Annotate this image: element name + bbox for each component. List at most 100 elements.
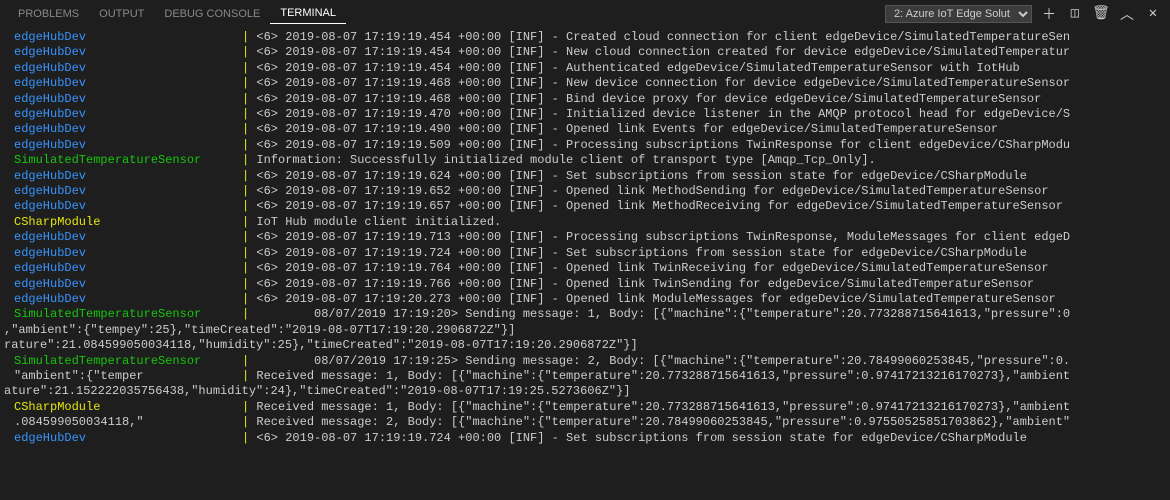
log-line: edgeHubDev| <6> 2019-08-07 17:19:19.713 … (4, 230, 1166, 245)
log-message: <6> 2019-08-07 17:19:19.713 +00:00 [INF]… (249, 230, 1070, 245)
maximize-panel-icon[interactable]: ︿ (1118, 4, 1136, 24)
log-source: "ambient":{"temper (4, 369, 242, 384)
log-line: edgeHubDev| <6> 2019-08-07 17:19:19.766 … (4, 277, 1166, 292)
log-line: edgeHubDev| <6> 2019-08-07 17:19:19.468 … (4, 92, 1166, 107)
log-separator: | (242, 292, 249, 307)
new-terminal-icon[interactable]: ＋ (1040, 4, 1058, 24)
log-line: .084599050034118,"| Received message: 2,… (4, 415, 1166, 430)
kill-terminal-icon[interactable]: 🗑 (1092, 5, 1110, 22)
log-separator: | (242, 107, 249, 122)
log-source: edgeHubDev (4, 30, 242, 45)
log-message: <6> 2019-08-07 17:19:19.490 +00:00 [INF]… (249, 122, 998, 137)
log-message: <6> 2019-08-07 17:19:19.624 +00:00 [INF]… (249, 169, 1027, 184)
log-source: edgeHubDev (4, 184, 242, 199)
log-line: edgeHubDev| <6> 2019-08-07 17:19:19.652 … (4, 184, 1166, 199)
log-line: edgeHubDev| <6> 2019-08-07 17:19:19.454 … (4, 61, 1166, 76)
terminal-output[interactable]: edgeHubDev| <6> 2019-08-07 17:19:19.454 … (0, 28, 1170, 448)
log-line: edgeHubDev| <6> 2019-08-07 17:19:19.490 … (4, 122, 1166, 137)
log-separator: | (242, 45, 249, 60)
log-source: edgeHubDev (4, 246, 242, 261)
log-continuation: ,"ambient":{"tempey":25},"timeCreated":"… (4, 323, 1166, 338)
log-line: edgeHubDev| <6> 2019-08-07 17:19:19.764 … (4, 261, 1166, 276)
log-separator: | (242, 199, 249, 214)
log-separator: | (242, 61, 249, 76)
log-source: .084599050034118," (4, 415, 242, 430)
log-source: edgeHubDev (4, 199, 242, 214)
log-line: CSharpModule| Received message: 1, Body:… (4, 400, 1166, 415)
log-separator: | (242, 307, 249, 322)
log-source: edgeHubDev (4, 169, 242, 184)
log-message: <6> 2019-08-07 17:19:19.454 +00:00 [INF]… (249, 30, 1070, 45)
log-message: <6> 2019-08-07 17:19:19.454 +00:00 [INF]… (249, 61, 1020, 76)
tab-terminal[interactable]: TERMINAL (270, 3, 346, 24)
log-source: edgeHubDev (4, 431, 242, 446)
log-separator: | (242, 431, 249, 446)
terminal-actions: 2: Azure IoT Edge Solut ＋ ◫ 🗑 ︿ ✕ (885, 4, 1162, 24)
log-separator: | (242, 261, 249, 276)
log-separator: | (242, 153, 249, 168)
log-message: <6> 2019-08-07 17:19:20.273 +00:00 [INF]… (249, 292, 1056, 307)
log-source: edgeHubDev (4, 277, 242, 292)
log-line: edgeHubDev| <6> 2019-08-07 17:19:19.724 … (4, 246, 1166, 261)
log-separator: | (242, 184, 249, 199)
log-separator: | (242, 354, 249, 369)
log-source: SimulatedTemperatureSensor (4, 153, 242, 168)
log-line: edgeHubDev| <6> 2019-08-07 17:19:19.509 … (4, 138, 1166, 153)
log-line: SimulatedTemperatureSensor| 08/07/2019 1… (4, 354, 1166, 369)
log-line: edgeHubDev| <6> 2019-08-07 17:19:19.724 … (4, 431, 1166, 446)
log-message: 08/07/2019 17:19:20> Sending message: 1,… (249, 307, 1070, 322)
tab-output[interactable]: OUTPUT (89, 4, 154, 24)
log-source: edgeHubDev (4, 138, 242, 153)
log-separator: | (242, 369, 249, 384)
tab-problems[interactable]: PROBLEMS (8, 4, 89, 24)
log-source: edgeHubDev (4, 45, 242, 60)
log-message: <6> 2019-08-07 17:19:19.657 +00:00 [INF]… (249, 199, 1063, 214)
log-separator: | (242, 169, 249, 184)
log-line: SimulatedTemperatureSensor| Information:… (4, 153, 1166, 168)
log-source: edgeHubDev (4, 92, 242, 107)
log-source: edgeHubDev (4, 61, 242, 76)
log-separator: | (242, 215, 249, 230)
log-message: <6> 2019-08-07 17:19:19.652 +00:00 [INF]… (249, 184, 1048, 199)
log-line: edgeHubDev| <6> 2019-08-07 17:19:19.454 … (4, 30, 1166, 45)
log-message: Received message: 1, Body: [{"machine":{… (249, 400, 1070, 415)
log-line: edgeHubDev| <6> 2019-08-07 17:19:19.624 … (4, 169, 1166, 184)
log-separator: | (242, 400, 249, 415)
log-source: SimulatedTemperatureSensor (4, 354, 242, 369)
log-separator: | (242, 122, 249, 137)
log-message: 08/07/2019 17:19:25> Sending message: 2,… (249, 354, 1070, 369)
log-continuation: rature":21.084599050034118,"humidity":25… (4, 338, 1166, 353)
log-message: <6> 2019-08-07 17:19:19.468 +00:00 [INF]… (249, 92, 1041, 107)
log-line: edgeHubDev| <6> 2019-08-07 17:19:20.273 … (4, 292, 1166, 307)
log-separator: | (242, 138, 249, 153)
log-source: SimulatedTemperatureSensor (4, 307, 242, 322)
log-line: "ambient":{"temper| Received message: 1,… (4, 369, 1166, 384)
split-terminal-icon[interactable]: ◫ (1066, 5, 1084, 22)
log-separator: | (242, 230, 249, 245)
log-message: <6> 2019-08-07 17:19:19.724 +00:00 [INF]… (249, 431, 1027, 446)
log-source: edgeHubDev (4, 76, 242, 91)
log-separator: | (242, 92, 249, 107)
log-line: edgeHubDev| <6> 2019-08-07 17:19:19.470 … (4, 107, 1166, 122)
close-panel-icon[interactable]: ✕ (1144, 5, 1162, 22)
log-line: edgeHubDev| <6> 2019-08-07 17:19:19.468 … (4, 76, 1166, 91)
log-continuation: ature":21.152222035756438,"humidity":24}… (4, 384, 1166, 399)
log-separator: | (242, 277, 249, 292)
log-line: SimulatedTemperatureSensor| 08/07/2019 1… (4, 307, 1166, 322)
log-source: edgeHubDev (4, 292, 242, 307)
log-message: Received message: 2, Body: [{"machine":{… (249, 415, 1070, 430)
log-message: <6> 2019-08-07 17:19:19.509 +00:00 [INF]… (249, 138, 1070, 153)
log-line: edgeHubDev| <6> 2019-08-07 17:19:19.454 … (4, 45, 1166, 60)
panel-header: PROBLEMS OUTPUT DEBUG CONSOLE TERMINAL 2… (0, 0, 1170, 28)
log-source: edgeHubDev (4, 261, 242, 276)
log-message: IoT Hub module client initialized. (249, 215, 501, 230)
log-message: Information: Successfully initialized mo… (249, 153, 876, 168)
log-message: <6> 2019-08-07 17:19:19.470 +00:00 [INF]… (249, 107, 1070, 122)
log-source: edgeHubDev (4, 107, 242, 122)
log-source: CSharpModule (4, 215, 242, 230)
tab-debug-console[interactable]: DEBUG CONSOLE (154, 4, 270, 24)
log-source: edgeHubDev (4, 230, 242, 245)
log-separator: | (242, 30, 249, 45)
log-message: <6> 2019-08-07 17:19:19.766 +00:00 [INF]… (249, 277, 1034, 292)
terminal-selector[interactable]: 2: Azure IoT Edge Solut (885, 5, 1032, 23)
